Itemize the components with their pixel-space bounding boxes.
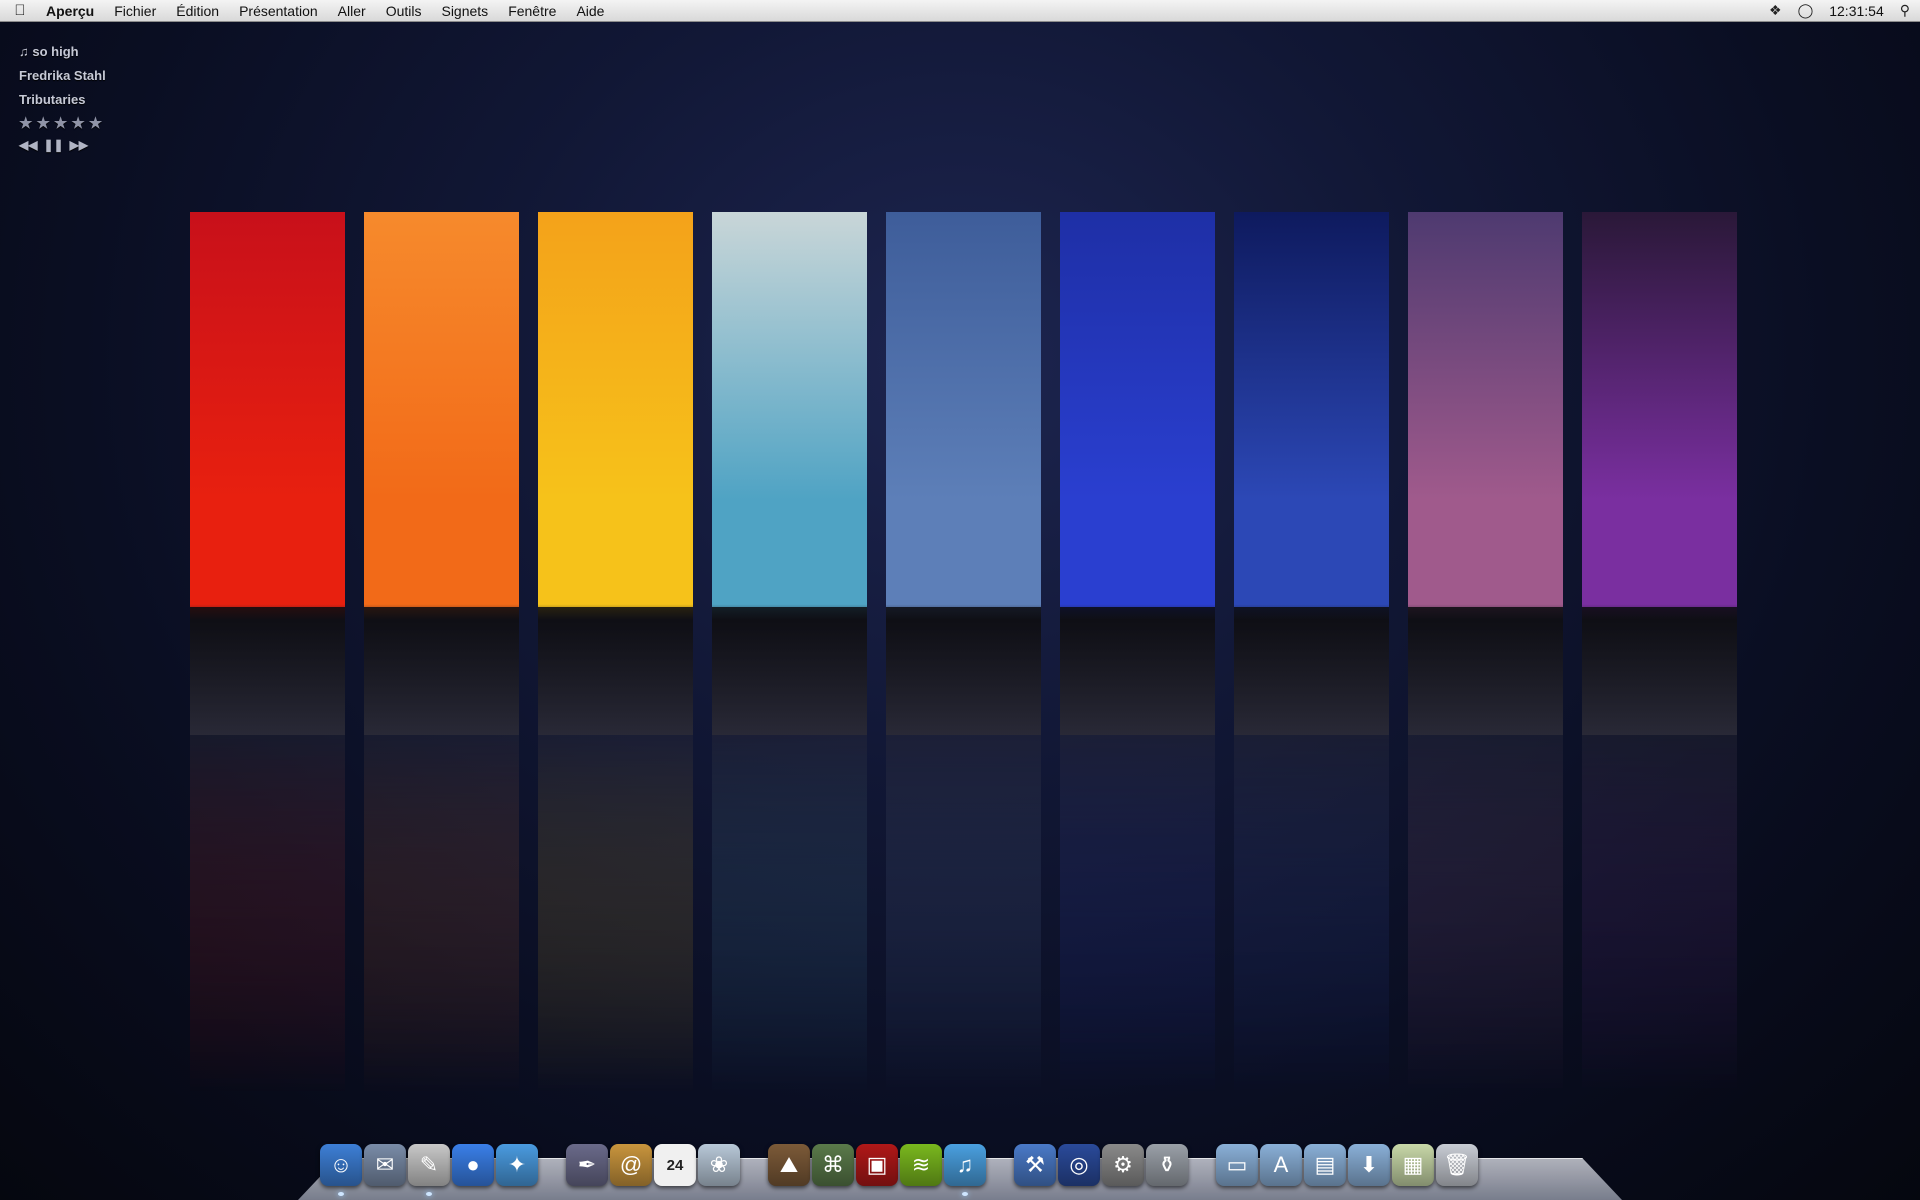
menu-bar-left:  Aperçu Fichier Édition Présentation Al… xyxy=(0,0,614,21)
xcode-icon[interactable]: ⚒ xyxy=(1014,1144,1056,1186)
wallpaper-horizon xyxy=(1060,607,1215,735)
wallpaper-reflection-blue xyxy=(1060,735,1215,1095)
apple-menu-icon[interactable]:  xyxy=(0,2,40,19)
wallpaper-horizon xyxy=(886,607,1041,735)
screenshot-icon[interactable]: ▦ xyxy=(1392,1144,1434,1186)
dock: ☺ ✉ ✎ ● ✦ ✒ @24 ❀ ⛰ ⌘ ▣ ≋ ♫ ⚒ ◎ ⚙ ⚱ ▭ A ▤ ⬇ ▦ 🗑 xyxy=(320,1138,1480,1196)
menu-clock[interactable]: 12:31:54 xyxy=(1829,3,1884,19)
wallpaper-reflection-red xyxy=(190,735,345,1095)
ical-icon[interactable]: 24 xyxy=(654,1144,696,1186)
preview-viewer-icon[interactable]: ❀ xyxy=(698,1144,740,1186)
address-book-icon[interactable]: @ xyxy=(610,1144,652,1186)
previous-track-icon[interactable]: ◀◀ xyxy=(19,138,37,152)
wallpaper-panel-violet xyxy=(1408,212,1563,735)
itunes-icon[interactable]: ♫ xyxy=(944,1144,986,1196)
menu-bar:  Aperçu Fichier Édition Présentation Al… xyxy=(0,0,1920,22)
pause-icon[interactable]: ❚❚ xyxy=(43,138,63,152)
wallpaper-panel-sky-blue xyxy=(886,212,1041,735)
wallpaper-reflection-navy xyxy=(1234,735,1389,1095)
app-menu[interactable]: Aperçu xyxy=(40,0,104,22)
menu-signets[interactable]: Signets xyxy=(431,0,498,22)
wallpaper-reflection-violet xyxy=(1408,735,1563,1095)
playback-controls: ◀◀ ❚❚ ▶▶ xyxy=(19,138,106,152)
wallpaper-horizon xyxy=(1234,607,1389,735)
now-playing-artist: Fredrika Stahl xyxy=(19,68,106,83)
menu-aide[interactable]: Aide xyxy=(566,0,614,22)
finder-icon[interactable]: ☺ xyxy=(320,1144,362,1196)
spotlight-search-icon[interactable]: ⚲ xyxy=(1900,2,1910,19)
ichat-icon[interactable]: ● xyxy=(452,1144,494,1186)
now-playing-widget: ♫ so high Fredrika Stahl Tributaries ★★★… xyxy=(19,40,106,152)
stack-folder-icon[interactable]: ▭ xyxy=(1216,1144,1258,1186)
wallpaper-panel-navy xyxy=(1234,212,1389,735)
wallpaper-panel-cyan xyxy=(712,212,867,735)
mail-stamp-icon[interactable]: ✉ xyxy=(364,1144,406,1186)
photo-booth-icon[interactable]: ▣ xyxy=(856,1144,898,1186)
wallpaper-horizon xyxy=(1582,607,1737,735)
menu-fichier[interactable]: Fichier xyxy=(104,0,166,22)
wallpaper-horizon xyxy=(1408,607,1563,735)
spotify-icon[interactable]: ≋ xyxy=(900,1144,942,1186)
chat-status-icon[interactable]: ◯ xyxy=(1798,2,1814,19)
utilities-icon[interactable]: ⚱ xyxy=(1146,1144,1188,1186)
safari-icon[interactable]: ✦ xyxy=(496,1144,538,1186)
menu-bar-extras: ❖ ◯ 12:31:54 ⚲ xyxy=(1769,0,1920,21)
preview-icon[interactable]: ✎ xyxy=(408,1144,450,1196)
wallpaper-panel-purple xyxy=(1582,212,1737,735)
downloads-folder-icon[interactable]: ⬇ xyxy=(1348,1144,1390,1186)
running-indicator xyxy=(338,1192,344,1196)
now-playing-track: ♫ so high xyxy=(19,44,79,59)
wallpaper-horizon xyxy=(364,607,519,735)
menu-edition[interactable]: Édition xyxy=(166,0,229,22)
dropbox-icon[interactable]: ❖ xyxy=(1769,2,1782,19)
menu-presentation[interactable]: Présentation xyxy=(229,0,328,22)
time-machine-icon[interactable]: ◎ xyxy=(1058,1144,1100,1186)
rating-stars[interactable]: ★★★★★ xyxy=(19,112,106,136)
applications-folder-icon[interactable]: A xyxy=(1260,1144,1302,1186)
trash-icon[interactable]: 🗑 xyxy=(1436,1144,1478,1186)
script-editor-icon[interactable]: ✒ xyxy=(566,1144,608,1186)
iphoto-icon[interactable]: ⛰ xyxy=(768,1144,810,1186)
running-indicator xyxy=(426,1192,432,1196)
wallpaper-reflection-yellow xyxy=(538,735,693,1095)
menu-aller[interactable]: Aller xyxy=(328,0,376,22)
menu-fenetre[interactable]: Fenêtre xyxy=(498,0,566,22)
wallpaper-reflection-cyan xyxy=(712,735,867,1095)
documents-folder-icon[interactable]: ▤ xyxy=(1304,1144,1346,1186)
menu-outils[interactable]: Outils xyxy=(376,0,432,22)
wallpaper-horizon xyxy=(190,607,345,735)
wallpaper-panel-red xyxy=(190,212,345,735)
now-playing-album: Tributaries xyxy=(19,92,86,107)
running-indicator xyxy=(962,1192,968,1196)
wallpaper-horizon xyxy=(538,607,693,735)
wallpaper-reflection-orange xyxy=(364,735,519,1095)
image-capture-icon[interactable]: ⌘ xyxy=(812,1144,854,1186)
wallpaper-horizon xyxy=(712,607,867,735)
wallpaper-reflection-sky-blue xyxy=(886,735,1041,1095)
wallpaper-panel-blue xyxy=(1060,212,1215,735)
wallpaper-reflection-purple xyxy=(1582,735,1737,1095)
next-track-icon[interactable]: ▶▶ xyxy=(70,138,88,152)
wallpaper-panel-orange xyxy=(364,212,519,735)
system-preferences-icon[interactable]: ⚙ xyxy=(1102,1144,1144,1186)
wallpaper-panel-yellow xyxy=(538,212,693,735)
